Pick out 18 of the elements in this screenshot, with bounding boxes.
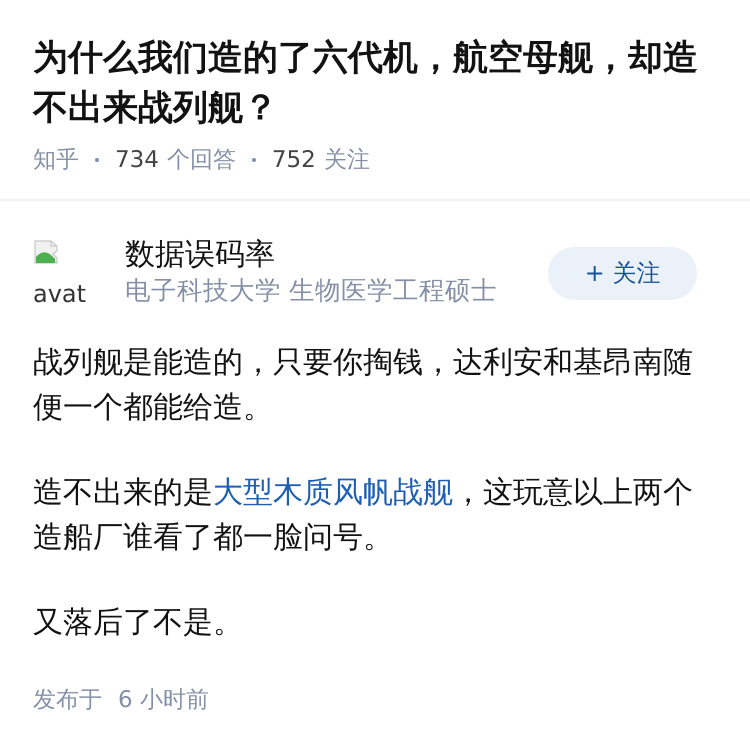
follower-count-label: 关注 [324, 146, 370, 175]
inline-link[interactable]: 大型木质风帆战舰 [213, 475, 453, 510]
follow-button[interactable]: + 关注 [548, 246, 697, 300]
avatar-alt-text: avat [33, 279, 86, 309]
published-label: 发布于 [33, 686, 102, 715]
answer-paragraph: 战列舰是能造的，只要你掏钱，达利安和基昂南随便一个都能给造。 [33, 344, 694, 427]
answer-count: 734 [115, 146, 159, 175]
answer-paragraph: 又落后了不是。 [33, 604, 244, 642]
answer-paragraph: 造不出来的是大型木质风帆战舰，这玩意以上两个造船厂谁看了都一脸问号。 [33, 474, 694, 557]
separator-dot-icon [252, 158, 256, 162]
question-title: 为什么我们造的了六代机，航空母舰，却造不出来战列舰？ [33, 37, 699, 130]
author-name[interactable]: 数据误码率 [125, 237, 498, 273]
published-time: 6 小时前 [118, 686, 209, 715]
separator-dot-icon [95, 158, 99, 162]
follower-count: 752 [272, 146, 316, 175]
source-label: 知乎 [33, 146, 79, 175]
author-headline: 电子科技大学 生物医学工程硕士 [125, 275, 498, 308]
answer-count-label: 个回答 [166, 146, 236, 175]
